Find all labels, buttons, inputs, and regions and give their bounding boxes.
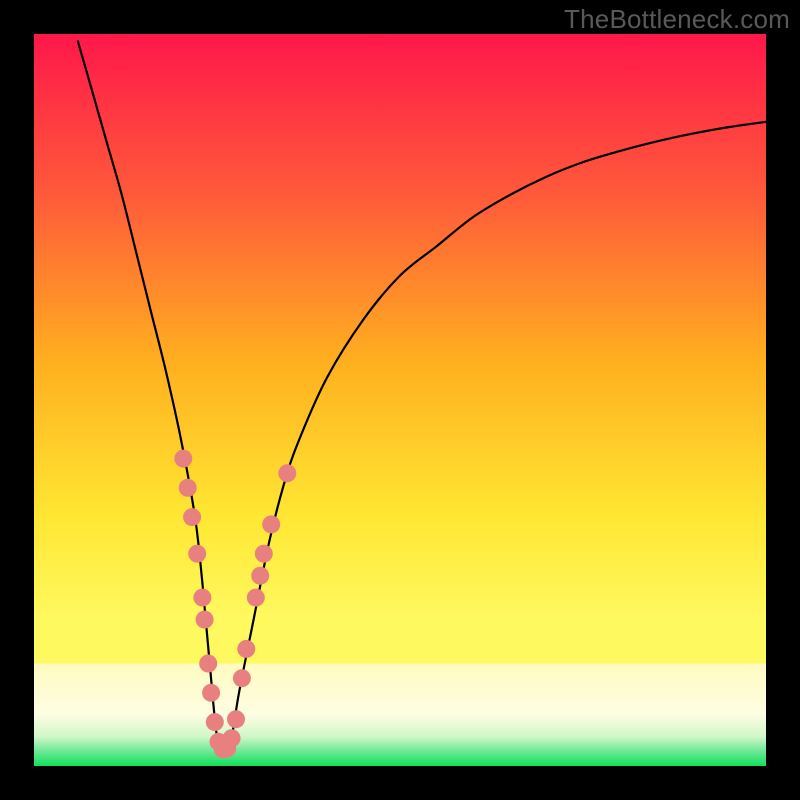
sample-point	[202, 684, 220, 702]
sample-point	[193, 589, 211, 607]
sample-point	[174, 450, 192, 468]
watermark-text: TheBottleneck.com	[564, 4, 790, 35]
sample-point	[255, 545, 273, 563]
sample-point	[251, 567, 269, 585]
sample-point	[206, 713, 224, 731]
sample-point	[247, 589, 265, 607]
chart-svg	[0, 0, 800, 800]
sample-point	[278, 464, 296, 482]
sample-point	[233, 669, 251, 687]
plot-area	[34, 34, 766, 766]
sample-point	[183, 508, 201, 526]
sample-point	[262, 515, 280, 533]
sample-point	[227, 710, 245, 728]
sample-point	[199, 655, 217, 673]
sample-point	[196, 611, 214, 629]
sample-point	[188, 545, 206, 563]
chart-canvas: TheBottleneck.com	[0, 0, 800, 800]
sample-point	[223, 729, 241, 747]
gradient-background	[34, 34, 766, 766]
sample-point	[179, 479, 197, 497]
sample-point	[237, 640, 255, 658]
